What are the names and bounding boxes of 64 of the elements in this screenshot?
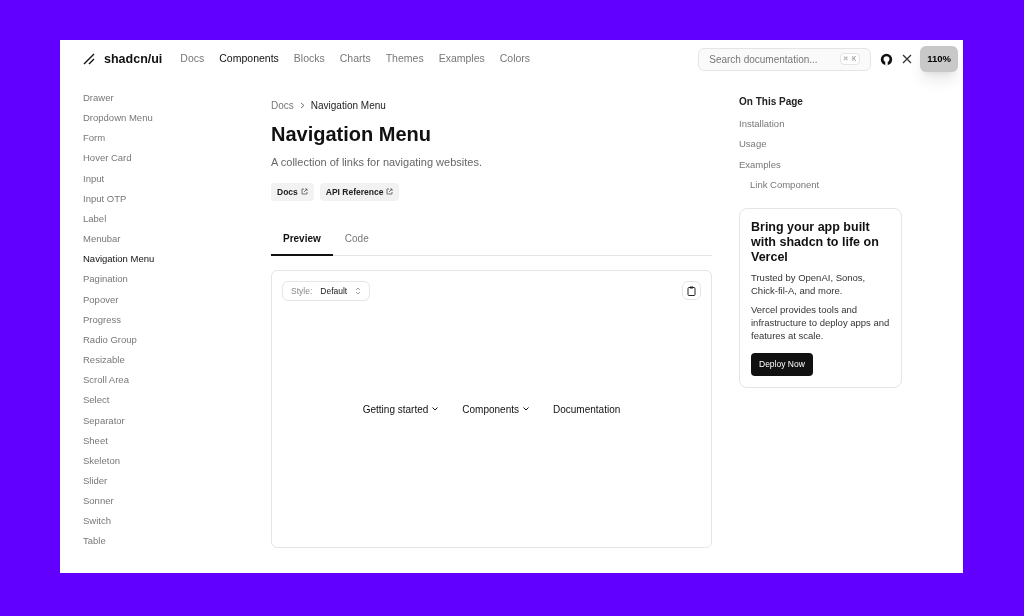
sidebar-item[interactable]: Input — [83, 168, 271, 189]
sidebar-item[interactable]: Navigation Menu — [83, 249, 271, 270]
toc-link[interactable]: Usage — [739, 137, 902, 152]
sidebar-item[interactable]: Switch — [83, 511, 271, 532]
github-icon[interactable] — [880, 52, 894, 66]
breadcrumb-current: Navigation Menu — [310, 99, 386, 113]
external-link-icon — [386, 188, 394, 196]
sidebar-item[interactable]: Sonner — [83, 491, 271, 512]
chevron-right-icon — [298, 102, 306, 109]
promo-title: Bring your app built with shadcn to life on Vercel — [751, 220, 880, 265]
sidebar-item[interactable]: Radio Group — [83, 329, 271, 351]
chevron-down-icon — [432, 407, 439, 412]
promo-text: Trusted by OpenAI, Sonos, Chick-fil-A, and more. — [751, 271, 867, 297]
sidebar-item[interactable]: Separator — [83, 410, 271, 431]
sidebar-item[interactable]: Resizable — [83, 350, 271, 371]
sidebar-item[interactable]: Sheet — [83, 430, 271, 451]
nav-link[interactable]: Components — [219, 51, 279, 67]
x-logo-icon[interactable] — [902, 54, 913, 64]
sidebar-item[interactable]: Drawer — [83, 88, 271, 109]
nav-link[interactable]: Docs — [180, 51, 205, 67]
sidebar-item[interactable]: Pagination — [83, 269, 271, 290]
zoom-badge: 110% — [920, 45, 958, 73]
nav-link[interactable]: Themes — [385, 51, 424, 67]
sidebar-item[interactable]: Progress — [83, 309, 271, 330]
sidebar-item[interactable]: Hover Card — [83, 148, 271, 169]
toc-heading: On This Page — [739, 95, 804, 109]
toc-link[interactable]: Examples — [739, 157, 902, 172]
doc-link[interactable]: Docs — [271, 182, 314, 202]
deploy-button[interactable]: Deploy Now — [751, 353, 813, 376]
promo-text: Vercel provides tools and infrastructure to deploy apps and features at scale. — [751, 303, 890, 342]
sidebar-item[interactable]: Menubar — [83, 229, 271, 250]
tab[interactable]: Preview — [271, 231, 333, 257]
chevron-down-icon — [523, 407, 529, 412]
clipboard-icon — [687, 285, 696, 296]
chevron-updown-icon — [355, 287, 362, 296]
sidebar-item[interactable]: Popover — [83, 289, 271, 310]
menu-trigger[interactable]: Documentation — [553, 401, 621, 417]
nav-link[interactable]: Colors — [499, 51, 531, 67]
menu-trigger[interactable]: Components — [462, 401, 529, 417]
sidebar-item[interactable]: Select — [83, 390, 271, 411]
toc-link[interactable]: Link Component — [739, 177, 902, 192]
sidebar-item[interactable]: Dropdown Menu — [83, 108, 271, 129]
breadcrumb-link[interactable]: Docs — [271, 98, 294, 113]
page-description: A collection of links for navigating websites. — [271, 155, 483, 170]
logo-text: shadcn/ui — [104, 50, 163, 68]
sidebar-item[interactable]: Slider — [83, 470, 271, 492]
sidebar-item[interactable]: Scroll Area — [83, 370, 271, 391]
logo-icon — [83, 53, 95, 65]
sidebar-item[interactable]: Table — [83, 531, 271, 552]
nav-link[interactable]: Charts — [339, 51, 371, 67]
sidebar-item[interactable]: Skeleton — [83, 450, 271, 471]
tab[interactable]: Code — [332, 231, 381, 257]
toc-link[interactable]: Installation — [739, 117, 902, 132]
sidebar-item[interactable]: Input OTP — [83, 188, 271, 209]
copy-button[interactable] — [682, 281, 701, 301]
nav-link[interactable]: Blocks — [293, 51, 325, 67]
sidebar-item[interactable]: Label — [83, 208, 271, 230]
page-title: Navigation Menu — [271, 122, 432, 147]
sidebar-item[interactable]: Form — [83, 128, 271, 149]
external-link-icon — [300, 188, 308, 196]
menu-trigger[interactable]: Getting started — [362, 401, 439, 417]
nav-link[interactable]: Examples — [438, 51, 485, 67]
doc-link[interactable]: API Reference — [319, 182, 400, 202]
style-select[interactable]: Style: Default — [282, 281, 371, 302]
